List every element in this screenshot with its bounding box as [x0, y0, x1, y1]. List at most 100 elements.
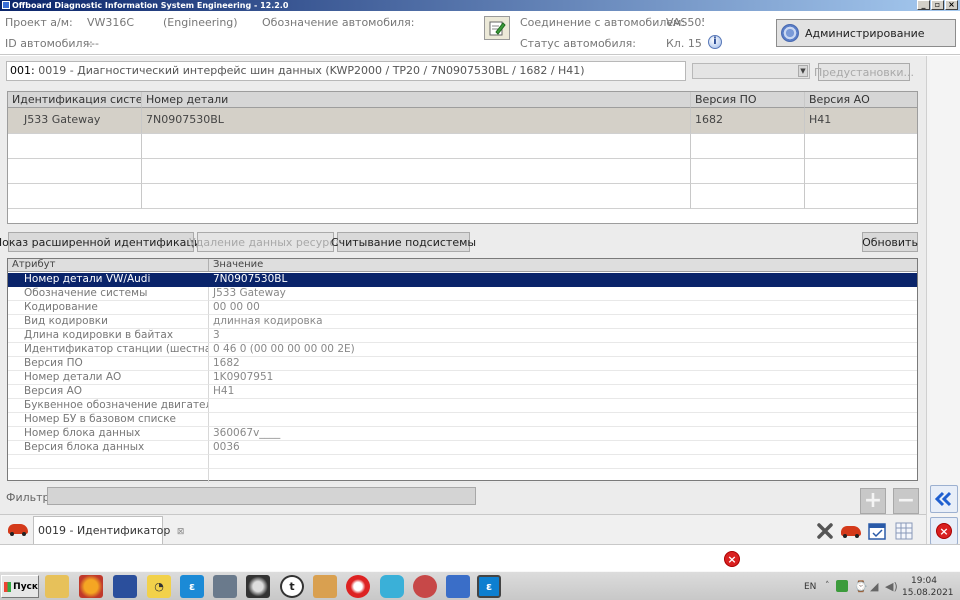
checklist-icon[interactable] — [868, 522, 886, 540]
tab-identification[interactable]: 0019 - Идентификатор ⊠ — [33, 516, 184, 545]
vehicle-designation-label: Обозначение автомобиля: — [262, 16, 415, 29]
attribute-row[interactable]: Номер детали VW/Audi 7N0907530BL — [8, 273, 917, 287]
part-number-cell: 7N0907530BL — [142, 108, 691, 134]
steering-wheel-icon[interactable] — [246, 575, 270, 598]
attribute-value: 00 00 00 — [209, 301, 917, 315]
delete-resource-data-button[interactable]: Удаление данных ресурса — [189, 232, 342, 252]
preset-dropdown[interactable]: ▼ — [692, 63, 810, 79]
car-service-icon[interactable] — [313, 575, 337, 598]
column-header[interactable]: Версия ПО — [691, 92, 805, 108]
vehicle-icon — [8, 524, 28, 536]
systems-table-header: Идентификация системы Номер детали Верси… — [8, 92, 917, 108]
administration-button[interactable]: Администрирование — [776, 19, 956, 47]
read-subsystem-button[interactable]: Считывание подсистемы — [331, 232, 476, 252]
main-panel: 001: 0019 - Диагностический интерфейс ши… — [0, 56, 926, 514]
project-mode: (Engineering) — [163, 16, 238, 29]
restore-button[interactable]: ▫ — [931, 0, 944, 10]
vehicle-diagnosis-icon[interactable] — [841, 526, 861, 538]
attribute-value: 1K0907951 — [209, 371, 917, 385]
start-button[interactable]: Пуск — [1, 575, 39, 598]
attribute-name: Кодирование — [8, 301, 209, 315]
save-disk-icon[interactable] — [113, 575, 137, 598]
grid-table-icon[interactable] — [895, 522, 913, 540]
empty-row — [8, 184, 917, 209]
attribute-row[interactable]: Буквенное обозначение двигателя — [8, 399, 917, 413]
column-header[interactable]: Атрибут — [8, 259, 209, 271]
system-selector[interactable]: 001: 0019 - Диагностический интерфейс ши… — [6, 61, 686, 81]
attribute-row[interactable]: Номер БУ в базовом списке — [8, 413, 917, 427]
attribute-row[interactable]: Версия ПО 1682 — [8, 357, 917, 371]
attribute-row[interactable]: Вид кодировки длинная кодировка — [8, 315, 917, 329]
network-tool-icon[interactable] — [446, 575, 470, 598]
app-shield-icon[interactable] — [380, 575, 404, 598]
add-button[interactable]: + — [860, 488, 886, 514]
cancel-button[interactable]: × — [930, 517, 958, 545]
attribute-name: Номер детали АО — [8, 371, 209, 385]
attributes-table-header: Атрибут Значение — [8, 259, 917, 272]
minimize-button[interactable]: _ — [917, 0, 930, 10]
back-button[interactable] — [930, 485, 958, 513]
double-chevron-left-icon — [934, 491, 952, 507]
clock-date[interactable]: 15.08.2021 — [902, 588, 954, 598]
attribute-name: Версия ПО — [8, 357, 209, 371]
system-number: 001: — [10, 64, 35, 77]
empty-row — [8, 134, 917, 159]
device-tool-icon[interactable] — [213, 575, 237, 598]
file-explorer-icon[interactable] — [45, 575, 69, 598]
attribute-name: Обозначение системы — [8, 287, 209, 301]
tray-app-icon[interactable] — [836, 580, 848, 592]
right-navigation-rail: × — [926, 56, 960, 545]
column-header[interactable]: Идентификация системы — [8, 92, 142, 108]
extended-identification-button[interactable]: Показ расширенной идентификации — [0, 232, 208, 252]
tools-icon[interactable] — [816, 522, 834, 540]
odis-active-icon[interactable]: ε — [477, 575, 501, 598]
attribute-row[interactable]: Версия АО H41 — [8, 385, 917, 399]
chevron-down-icon: ▼ — [798, 65, 808, 77]
tray-chevron-icon[interactable]: ˄ — [825, 581, 830, 591]
system-tray: EN ˄ ⌚ ◢ ◀) 19:04 15.08.2021 — [798, 574, 958, 599]
column-header[interactable]: Значение — [209, 259, 917, 271]
vw-audi-icon[interactable] — [413, 575, 437, 598]
status-bar: × — [0, 544, 960, 571]
attributes-table: Атрибут Значение Номер детали VW/Audi 7N0… — [7, 258, 918, 483]
software-version-cell: 1682 — [691, 108, 805, 134]
info-icon[interactable]: i — [708, 35, 722, 49]
error-icon[interactable]: × — [724, 551, 740, 567]
tab-close-icon[interactable]: ⊠ — [177, 527, 185, 537]
network-icon[interactable]: ◢ — [870, 580, 878, 593]
attribute-row[interactable]: Номер детали АО 1K0907951 — [8, 371, 917, 385]
volume-icon[interactable]: ◀) — [885, 580, 898, 593]
tray-device-icon[interactable]: ⌚ — [854, 580, 868, 593]
odis-icon[interactable]: ε — [180, 575, 204, 598]
presets-button[interactable]: Предустановки... — [814, 63, 914, 81]
attribute-name: Идентификатор станции (шестнадцате — [8, 343, 209, 357]
attribute-name: Номер блока данных — [8, 427, 209, 441]
attribute-row[interactable]: Версия блока данных 0036 — [8, 441, 917, 455]
opera-icon[interactable] — [346, 575, 370, 598]
odometer-icon[interactable]: ◔ — [147, 575, 171, 598]
windows-logo-icon — [4, 581, 12, 592]
teamviewer-icon[interactable]: t — [280, 575, 304, 598]
edit-vehicle-button[interactable] — [484, 16, 510, 40]
car-id-value: --- — [87, 37, 99, 50]
column-header[interactable]: Номер детали — [142, 92, 691, 108]
connection-value: VAS505 — [666, 16, 704, 29]
attribute-name: Номер детали VW/Audi — [8, 273, 209, 287]
attribute-value: 0036 — [209, 441, 917, 455]
firefox-icon[interactable] — [79, 575, 103, 598]
clock-time[interactable]: 19:04 — [911, 576, 937, 586]
attribute-row[interactable]: Кодирование 00 00 00 — [8, 301, 917, 315]
attribute-row[interactable]: Номер блока данных 360067v____ — [8, 427, 917, 441]
systems-table: Идентификация системы Номер детали Верси… — [7, 91, 918, 224]
attribute-row[interactable]: Длина кодировки в байтах 3 — [8, 329, 917, 343]
table-row[interactable]: J533 Gateway 7N0907530BL 1682 H41 — [8, 108, 917, 134]
attribute-row[interactable]: Обозначение системы J533 Gateway — [8, 287, 917, 301]
attribute-value — [209, 413, 917, 427]
close-window-button[interactable]: × — [945, 0, 958, 10]
filter-input[interactable] — [47, 487, 476, 505]
attribute-row[interactable]: Идентификатор станции (шестнадцате0 46 0… — [8, 343, 917, 357]
remove-button[interactable]: − — [893, 488, 919, 514]
language-indicator[interactable]: EN — [804, 582, 816, 592]
column-header[interactable]: Версия АО — [805, 92, 917, 108]
refresh-button[interactable]: Обновить — [862, 232, 918, 252]
